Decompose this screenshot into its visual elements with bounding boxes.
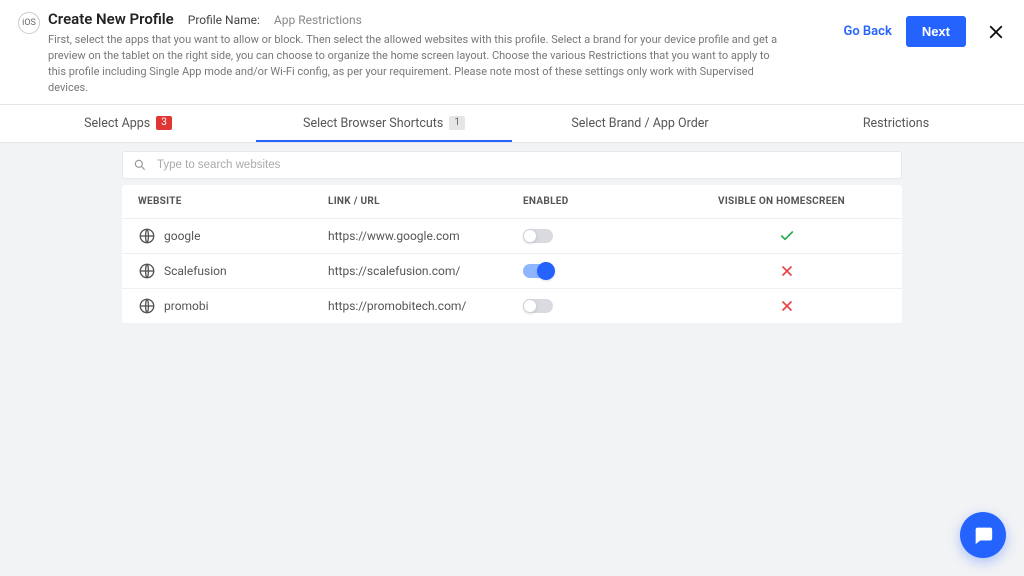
globe-icon [138, 262, 156, 280]
website-name: Scalefusion [164, 264, 227, 278]
search-bar[interactable] [122, 151, 902, 179]
website-url: https://scalefusion.com/ [328, 264, 523, 278]
table-row: google https://www.google.com [122, 218, 902, 253]
tab-label: Select Brand / App Order [571, 116, 708, 131]
close-button[interactable] [986, 22, 1006, 42]
globe-icon [138, 297, 156, 315]
tab-label: Restrictions [863, 116, 929, 131]
table-row: promobi https://promobitech.com/ [122, 288, 902, 323]
platform-badge: iOS [18, 12, 40, 34]
tab-select-apps[interactable]: Select Apps 3 [0, 105, 256, 142]
col-enabled: ENABLED [523, 196, 688, 207]
page-title: Create New Profile [48, 10, 174, 28]
x-icon [779, 298, 795, 314]
tab-select-browser-shortcuts[interactable]: Select Browser Shortcuts 1 [256, 105, 512, 142]
chat-support-button[interactable] [960, 512, 1006, 558]
search-icon [133, 158, 147, 172]
websites-table: WEBSITE LINK / URL ENABLED VISIBLE ON HO… [122, 185, 902, 323]
website-url: https://www.google.com [328, 229, 523, 243]
go-back-button[interactable]: Go Back [843, 24, 891, 39]
tab-label: Select Browser Shortcuts [303, 116, 443, 131]
check-icon [779, 228, 795, 244]
profile-name-value: App Restrictions [274, 13, 362, 27]
col-website: WEBSITE [138, 196, 328, 207]
website-name: google [164, 229, 200, 243]
globe-icon [138, 227, 156, 245]
enabled-toggle[interactable] [523, 299, 553, 313]
tab-select-brand-app-order[interactable]: Select Brand / App Order [512, 105, 768, 142]
x-icon [779, 263, 795, 279]
col-link: LINK / URL [328, 196, 523, 207]
website-url: https://promobitech.com/ [328, 299, 523, 313]
tab-badge: 1 [449, 116, 465, 130]
search-input[interactable] [155, 158, 891, 172]
tab-bar: Select Apps 3 Select Browser Shortcuts 1… [0, 105, 1024, 143]
page-description: First, select the apps that you want to … [48, 32, 788, 96]
next-button[interactable]: Next [906, 16, 966, 47]
chat-icon [972, 524, 994, 546]
enabled-toggle[interactable] [523, 229, 553, 243]
enabled-toggle[interactable] [523, 264, 553, 278]
website-name: promobi [164, 299, 209, 313]
col-visible: VISIBLE ON HOMESCREEN [688, 196, 886, 207]
tab-label: Select Apps [84, 116, 150, 131]
tab-badge: 3 [156, 116, 172, 130]
table-row: Scalefusion https://scalefusion.com/ [122, 253, 902, 288]
tab-restrictions[interactable]: Restrictions [768, 105, 1024, 142]
profile-name-label: Profile Name: [188, 13, 260, 27]
close-icon [987, 23, 1005, 41]
